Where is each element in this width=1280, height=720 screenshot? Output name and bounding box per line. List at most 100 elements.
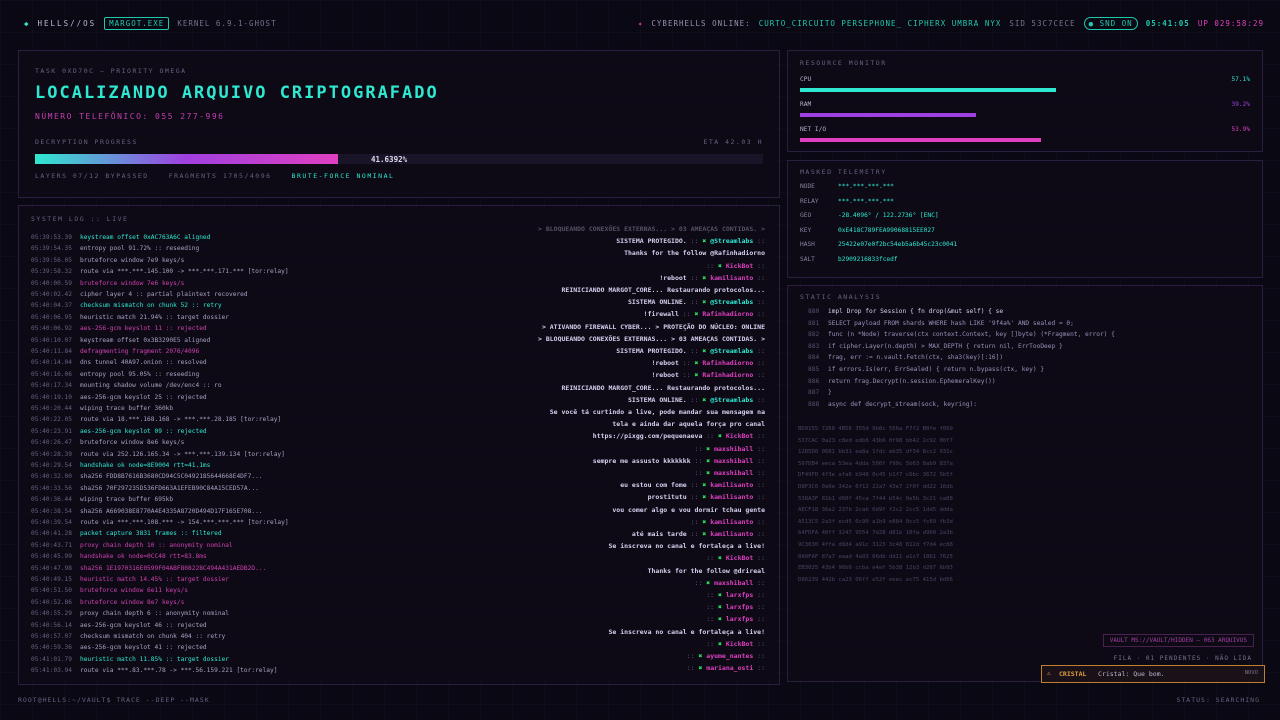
telemetry-key: KEY	[800, 226, 812, 234]
chat-username[interactable]: Rafinhadiorno	[702, 310, 753, 318]
log-message: sha256 FDD8B7616B3680CD94C5C049218564466…	[79, 473, 263, 481]
chat-username[interactable]: maxshiball	[714, 457, 753, 465]
log-message: bruteforce window 8e6 keys/s	[79, 439, 185, 447]
chat-username[interactable]: kamilisanto	[710, 274, 753, 282]
log-line: 05:39:54.35 entropy pool 91.72% :: reseed…	[31, 245, 199, 252]
chat-separator: ::	[686, 493, 703, 502]
resource-name: NET I/O	[800, 126, 827, 133]
log-timestamp: 05:40:43.71	[31, 541, 72, 549]
resource-name: CPU	[800, 76, 812, 83]
log-timestamp: 05:40:10.07	[31, 336, 72, 344]
chat-username[interactable]: Rafinhadiorno	[702, 359, 753, 367]
code-line-number: 888	[808, 400, 820, 408]
notification-toast[interactable]: ⚠ CRISTAL Cristal: Que bom. NOVO	[1041, 665, 1265, 683]
log-message: heuristic match 21.94% :: target dossier	[79, 313, 229, 321]
chat-message: SISTEMA ONLINE. :: ✖ @Streamlabs ::	[628, 298, 765, 306]
log-message: keystream offset 0x3B3290E5 aligned	[79, 336, 211, 344]
chat-separator: ::	[706, 639, 719, 648]
menu-icon[interactable]: ◆	[24, 19, 30, 28]
chat-username[interactable]: mariana_osti	[706, 664, 753, 672]
chat-separator: ::	[753, 493, 765, 502]
status-text: STATUS: SEARCHING	[1176, 696, 1260, 704]
chat-username[interactable]: maxshiball	[714, 579, 753, 587]
chat-separator: ::	[686, 395, 703, 404]
log-timestamp: 05:41:01.79	[31, 655, 72, 663]
chat-separator: ::	[686, 530, 703, 538]
chat-message: REINICIANDO MARGOT_CORE... Restaurando p…	[562, 384, 766, 392]
chat-username[interactable]: KickBot	[726, 640, 753, 648]
log-timestamp: 05:39:54.35	[31, 245, 72, 253]
chat-message: :: ✖ KickBot ::	[706, 554, 765, 562]
chat-username[interactable]: KickBot	[726, 262, 753, 270]
sound-label: SND ON	[1099, 19, 1133, 28]
code-line: if errors.Is(err, ErrSealed) { return n.…	[828, 366, 1045, 373]
log-message: sha256 A669038E8770A4E4335A8720D494D17F1…	[79, 507, 263, 515]
chat-separator: ::	[753, 237, 765, 246]
static-analysis-panel: STATIC ANALYSIS 880 impl Drop for Session…	[787, 285, 1263, 682]
log-message: bruteforce window 7e9 keys/s	[79, 256, 185, 264]
log-timestamp: 05:39:58.32	[31, 268, 72, 276]
chat-separator: ::	[694, 469, 707, 477]
chat-username[interactable]: larxfps	[726, 591, 753, 599]
log-message: checksum mismatch on chunk 52 :: retry	[79, 302, 222, 310]
terminal-prompt[interactable]: ROOT@HELLS:~/VAULT$ TRACE --DEEP --MASK	[18, 696, 210, 704]
chat-separator: ::	[753, 261, 765, 270]
app-chip[interactable]: MARGOT.EXE	[104, 17, 170, 30]
chat-username[interactable]: kamilisanto	[710, 493, 753, 501]
log-line: 05:40:36.44 wiping trace buffer 695kb	[31, 496, 173, 503]
chat-text: prostitutu	[647, 493, 687, 502]
log-line: 05:40:52.86 bruteforce window 8e7 keys/s	[31, 599, 184, 606]
kick-badge-icon: ✖	[718, 615, 726, 624]
chat-message: !reboot :: ✖ kamilisanto ::	[659, 274, 765, 282]
chat-username[interactable]: larxfps	[726, 603, 753, 611]
layers-stat: LAYERS 07/12 BYPASSED	[35, 172, 149, 180]
code-line-number: 883	[808, 342, 820, 350]
log-line: 05:40:23.91 aes-256-gcm keyslot 09 :: rej…	[31, 428, 207, 435]
telemetry-value: b2909216833fcedf	[838, 255, 898, 263]
log-line: 05:40:20.44 wiping trace buffer 360kb	[31, 405, 173, 412]
chat-separator: ::	[686, 664, 699, 673]
chat-username[interactable]: @Streamlabs	[710, 237, 753, 245]
chat-username[interactable]: @Streamlabs	[710, 298, 753, 306]
resource-label: RESOURCE MONITOR	[800, 59, 887, 67]
hex-dump-line: DF49FD 4f3e afa6 b948 0c45 b1f7 c6bc 367…	[798, 472, 953, 479]
chat-text: tela e ainda dar aquela força pro canal	[612, 420, 765, 429]
chat-username[interactable]: KickBot	[726, 554, 753, 562]
chat-separator: ::	[753, 603, 765, 612]
log-message: proxy chain depth 10 :: anonymity nomina…	[79, 541, 233, 549]
resource-value: 53.9%	[1231, 126, 1250, 133]
chat-username[interactable]: ayume_nantes	[706, 652, 753, 660]
chat-message: tela e ainda dar aquela força pro canal	[612, 420, 765, 428]
log-line: 05:40:41.28 packet capture 3831 frames ::…	[31, 530, 222, 537]
code-line: SELECT payload FROM shards WHERE hash LI…	[828, 319, 1074, 327]
chat-username[interactable]: kamilisanto	[710, 518, 753, 526]
vault-path[interactable]: VAULT MS://VAULT/HIDDEN — 063 ARQUIVOS	[1102, 634, 1254, 647]
chat-username[interactable]: Rafinhadiorno	[702, 371, 753, 379]
log-timestamp: 05:40:14.04	[31, 359, 72, 367]
kick-badge-icon: ✖	[718, 432, 726, 441]
log-timestamp: 05:40:04.37	[31, 302, 72, 310]
chat-username[interactable]: kamilisanto	[710, 481, 753, 489]
log-line: 05:40:45.99 handshake ok node=0CC48 rtt=8…	[31, 553, 207, 560]
chat-username[interactable]: KickBot	[726, 432, 753, 440]
sound-toggle[interactable]: ● SND ON	[1083, 17, 1138, 30]
log-line: 05:40:10.07 keystream offset 0x3B3290E5 a…	[31, 337, 210, 344]
chat-separator: ::	[753, 530, 765, 538]
code-line: impl Drop for Session { fn drop(&mut sel…	[828, 308, 1004, 315]
kick-badge-icon: ✖	[706, 469, 715, 477]
chat-username[interactable]: @Streamlabs	[710, 347, 753, 355]
log-message: dns tunnel 40A97.onion :: resolved	[79, 359, 207, 367]
chat-message: > BLOQUEANDO CONEXÕES EXTERNAS... > 03 A…	[538, 225, 765, 233]
brand-title: HELLS//OS	[37, 19, 97, 28]
chat-username[interactable]: kamilisanto	[710, 530, 753, 538]
chat-text: !reboot	[651, 371, 679, 380]
chat-username[interactable]: larxfps	[726, 615, 753, 623]
chat-separator: ::	[753, 578, 765, 587]
chat-username[interactable]: @Streamlabs	[710, 396, 753, 404]
chat-separator: ::	[753, 456, 765, 465]
chat-username[interactable]: maxshiball	[714, 445, 753, 453]
resource-name: RAM	[800, 101, 812, 108]
chat-username[interactable]: maxshiball	[714, 469, 753, 477]
telemetry-panel: MASKED TELEMETRY NODE ***.***.***.*** RELA…	[787, 160, 1263, 278]
code-line-number: 886	[808, 377, 820, 385]
